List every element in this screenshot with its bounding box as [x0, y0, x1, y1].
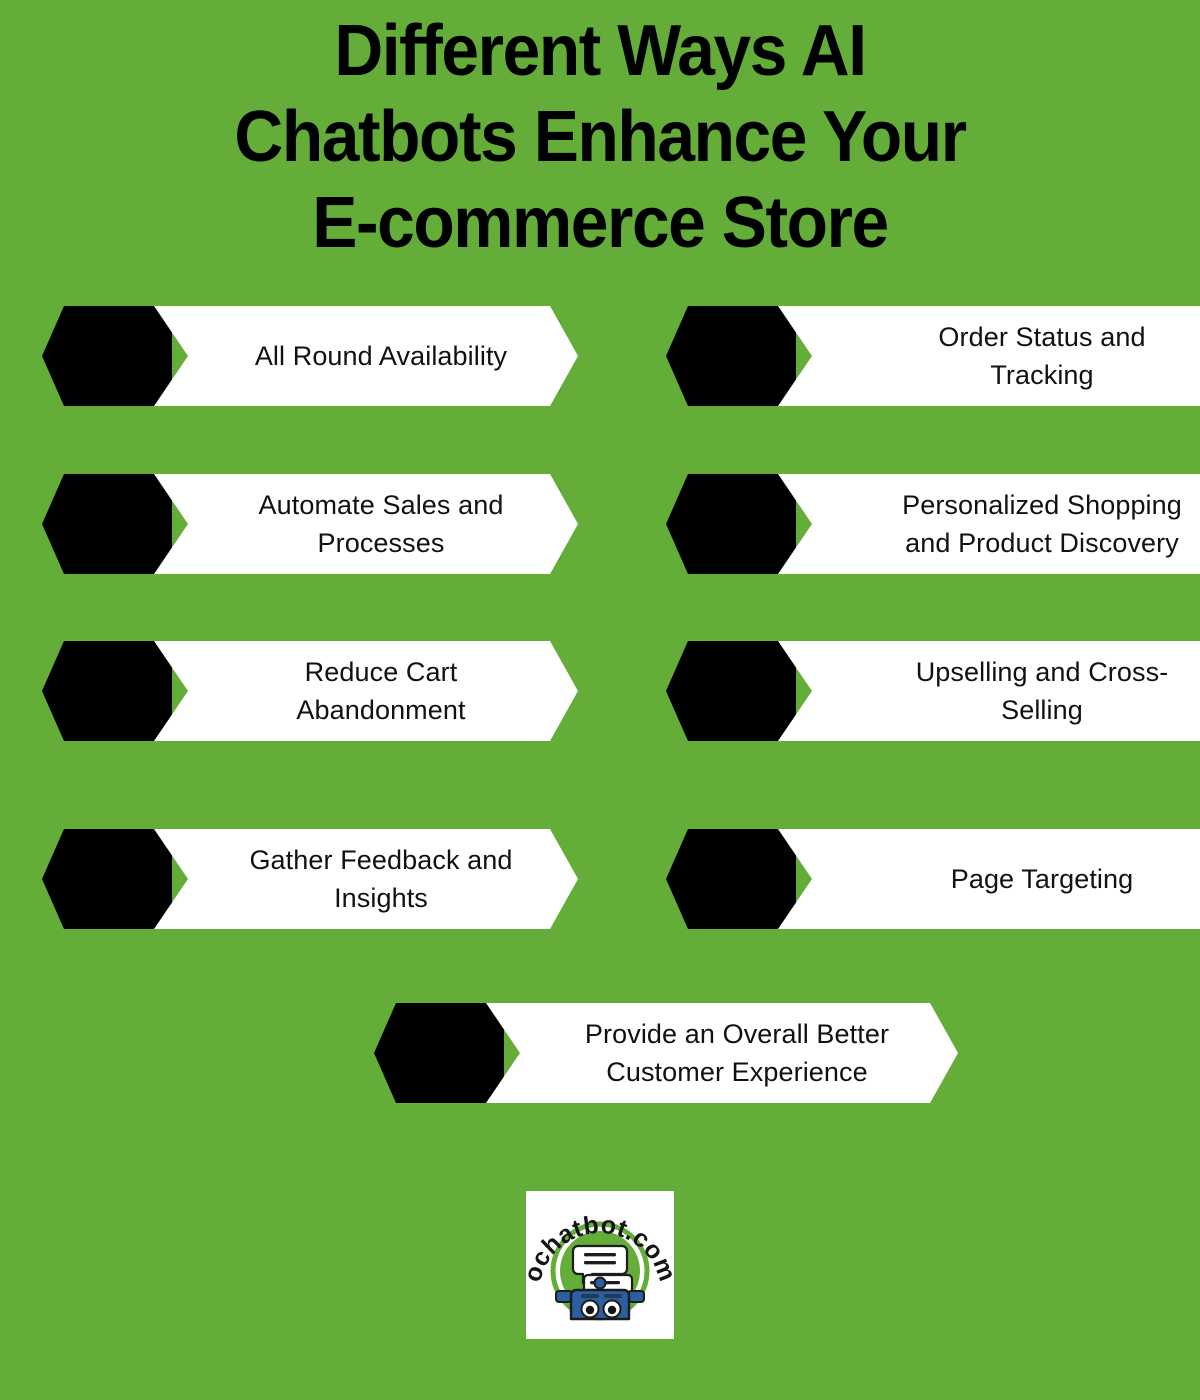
badge-banner: Reduce Cart Abandonment: [154, 641, 578, 741]
chevron-arrow-icon: [666, 474, 796, 574]
chevron-arrow-icon: [42, 829, 172, 929]
badge-label: Upselling and Cross- Selling: [915, 657, 1169, 725]
badge-label: Reduce Cart Abandonment: [296, 657, 466, 725]
robot-head-icon: [569, 1288, 631, 1321]
chevron-arrow-icon: [666, 829, 796, 929]
badge-personalized-shopping[interactable]: Personalized Shopping and Product Discov…: [666, 474, 1200, 574]
badge-better-customer-experience[interactable]: Provide an Overall Better Customer Exper…: [374, 1003, 958, 1103]
benefit-badge-list: All Round Availability Order Status and …: [0, 0, 1200, 1400]
badge-label: Order Status and Tracking: [938, 322, 1146, 390]
badge-banner: Page Targeting: [778, 829, 1200, 929]
badge-page-targeting[interactable]: Page Targeting: [666, 829, 1200, 929]
chevron-arrow-icon: [42, 306, 172, 406]
badge-label: Page Targeting: [950, 864, 1134, 894]
chevron-arrow-icon: [666, 641, 796, 741]
chevron-arrow-icon: [374, 1003, 504, 1103]
chevron-arrow-icon: [42, 474, 172, 574]
badge-label: Provide an Overall Better Customer Exper…: [584, 1019, 890, 1087]
badge-upselling-and-cross-selling[interactable]: Upselling and Cross- Selling: [666, 641, 1200, 741]
badge-label: Personalized Shopping and Product Discov…: [902, 490, 1182, 558]
badge-banner: Automate Sales and Processes: [154, 474, 578, 574]
badge-label: All Round Availability: [254, 341, 508, 371]
robot-antenna-icon: [593, 1276, 607, 1290]
badge-automate-sales-and-processes[interactable]: Automate Sales and Processes: [42, 474, 578, 574]
badge-order-status-and-tracking[interactable]: Order Status and Tracking: [666, 306, 1200, 406]
ochatbot-logo[interactable]: ochatbot.com: [526, 1191, 674, 1339]
badge-all-round-availability[interactable]: All Round Availability: [42, 306, 578, 406]
chevron-arrow-icon: [666, 306, 796, 406]
chevron-arrow-icon: [42, 641, 172, 741]
badge-gather-feedback-and-insights[interactable]: Gather Feedback and Insights: [42, 829, 578, 929]
badge-label: Automate Sales and Processes: [258, 490, 504, 558]
badge-banner: Order Status and Tracking: [778, 306, 1200, 406]
badge-banner: Gather Feedback and Insights: [154, 829, 578, 929]
badge-banner: Provide an Overall Better Customer Exper…: [486, 1003, 958, 1103]
badge-reduce-cart-abandonment[interactable]: Reduce Cart Abandonment: [42, 641, 578, 741]
badge-banner: Upselling and Cross- Selling: [778, 641, 1200, 741]
badge-banner: Personalized Shopping and Product Discov…: [778, 474, 1200, 574]
badge-label: Gather Feedback and Insights: [249, 845, 513, 913]
badge-banner: All Round Availability: [154, 306, 578, 406]
